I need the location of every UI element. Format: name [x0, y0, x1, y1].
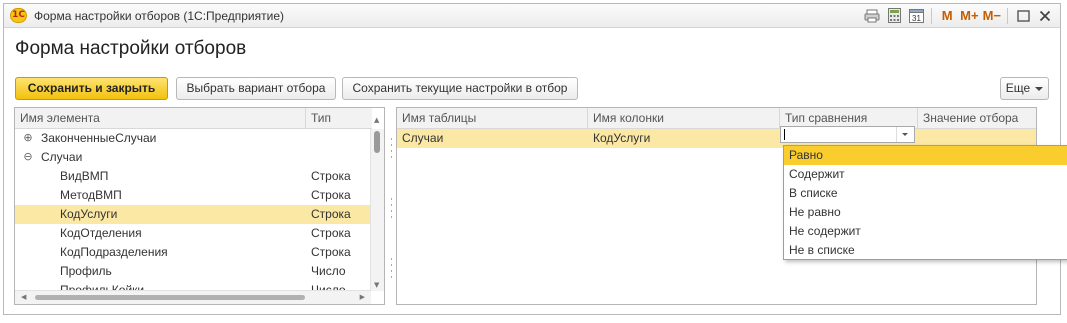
scroll-thumb[interactable]	[374, 131, 380, 153]
tree-row-type: Число	[311, 264, 346, 278]
save-and-close-button[interactable]: Сохранить и закрыть	[15, 77, 168, 100]
dropdown-option[interactable]: Не содержит	[784, 222, 1067, 241]
dropdown-option[interactable]: Содержит	[784, 165, 1067, 184]
scroll-left-icon[interactable]: ◀	[21, 293, 26, 301]
memory-m-plus-button[interactable]: M+	[960, 6, 978, 25]
dropdown-button[interactable]	[896, 127, 914, 142]
title-bar: 1С Форма настройки отборов (1С:Предприят…	[4, 4, 1060, 28]
text-cursor	[784, 129, 785, 140]
print-icon[interactable]	[863, 6, 881, 25]
tree-row-type: Строка	[311, 226, 351, 240]
tree-row[interactable]: МетодВМП Строка	[15, 186, 372, 205]
tree-row-type: Строка	[311, 188, 351, 202]
dropdown-option[interactable]: Не в списке	[784, 241, 1067, 260]
column-header-table-name[interactable]: Имя таблицы	[397, 108, 588, 129]
close-icon[interactable]	[1036, 6, 1054, 25]
calendar-icon[interactable]: 31	[907, 6, 925, 25]
separator	[1007, 7, 1008, 24]
dropdown-option[interactable]: Не равно	[784, 203, 1067, 222]
calculator-icon[interactable]	[885, 6, 903, 25]
tree-row-type: Строка	[311, 169, 351, 183]
scroll-up-icon[interactable]: ▲	[374, 116, 379, 124]
tree-row-type	[311, 129, 371, 148]
tree-row-type	[311, 148, 371, 167]
elements-tree[interactable]: Имя элемента Тип ⊕ ЗаконченныеСлучаи ⊖ Случ…	[14, 107, 385, 305]
more-label: Еще	[1005, 81, 1031, 95]
tree-row[interactable]: КодУслуги Строка	[15, 205, 372, 224]
maximize-icon[interactable]	[1014, 6, 1032, 25]
tree-row-name: КодУслуги	[60, 207, 118, 221]
tree-row[interactable]: ⊕ ЗаконченныеСлучаи	[15, 129, 372, 148]
window-title: Форма настройки отборов (1С:Предприятие)	[34, 9, 284, 23]
dropdown-option[interactable]: Равно	[784, 146, 1067, 165]
tree-row-name: Случаи	[41, 150, 83, 164]
panel-splitter[interactable]	[388, 108, 396, 306]
column-header-column-name[interactable]: Имя колонки	[588, 108, 780, 129]
tree-row[interactable]: Профиль Число	[15, 262, 372, 281]
tree-row-type: Строка	[311, 207, 351, 221]
tree-row-type: Строка	[311, 245, 351, 259]
tree-row-name: ВидВМП	[60, 169, 109, 183]
choose-filter-variant-button[interactable]: Выбрать вариант отбора	[176, 77, 336, 100]
collapse-icon[interactable]: ⊖	[23, 151, 33, 162]
tree-row[interactable]: КодПодразделения Строка	[15, 243, 372, 262]
tree-row-name: МетодВМП	[60, 188, 122, 202]
tree-vertical-scrollbar[interactable]: ▲ ▼	[370, 116, 384, 291]
tree-row-name: КодОтделения	[60, 226, 142, 240]
tree-row[interactable]: ⊖ Случаи	[15, 148, 372, 167]
memory-m-button[interactable]: M	[938, 6, 956, 25]
more-button[interactable]: Еще	[1000, 77, 1049, 100]
tree-row[interactable]: КодОтделения Строка	[15, 224, 372, 243]
comparison-type-input[interactable]	[780, 126, 915, 143]
command-bar: Сохранить и закрыть Выбрать вариант отбо…	[15, 77, 1049, 101]
column-header-element-name[interactable]: Имя элемента	[15, 108, 306, 129]
chevron-down-icon	[902, 133, 908, 136]
scroll-right-icon[interactable]: ▶	[360, 293, 365, 301]
calendar-day: 31	[912, 14, 921, 23]
cell-column-name: КодУслуги	[593, 131, 651, 145]
separator	[931, 7, 933, 24]
dropdown-option[interactable]: В списке	[784, 184, 1067, 203]
tree-horizontal-scrollbar[interactable]: ◀ ▶	[15, 290, 371, 304]
tree-row-name: Профиль	[60, 264, 112, 278]
save-current-settings-button[interactable]: Сохранить текущие настройки в отбор	[342, 77, 578, 100]
tree-row[interactable]: ВидВМП Строка	[15, 167, 372, 186]
app-logo-icon[interactable]: 1С	[10, 8, 27, 23]
comparison-type-dropdown: Равно Содержит В списке Не равно Не содержит…	[783, 145, 1067, 260]
cell-table-name: Случаи	[402, 131, 444, 145]
column-header-type[interactable]: Тип	[306, 108, 372, 129]
form-title: Форма настройки отборов	[15, 38, 247, 59]
title-bar-tools: 31 M M+ M−	[859, 6, 1054, 25]
tree-row-name: КодПодразделения	[60, 245, 168, 259]
column-header-filter-value[interactable]: Значение отбора	[918, 108, 1036, 129]
scroll-down-icon[interactable]: ▼	[374, 281, 379, 289]
scroll-thumb[interactable]	[35, 295, 305, 300]
chevron-down-icon	[1035, 86, 1044, 91]
tree-row-name: ЗаконченныеСлучаи	[41, 131, 157, 145]
memory-m-minus-button[interactable]: M−	[983, 6, 1001, 25]
expand-icon[interactable]: ⊕	[23, 132, 33, 143]
